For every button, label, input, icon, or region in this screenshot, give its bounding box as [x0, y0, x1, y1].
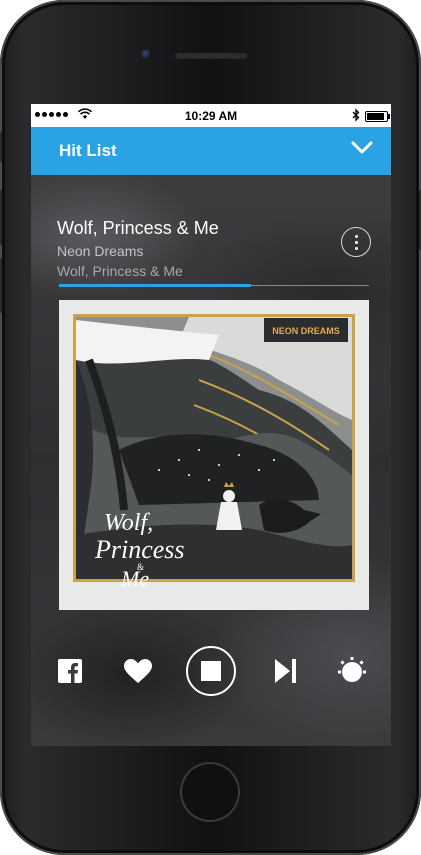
front-camera	[141, 49, 152, 60]
artist-name: Neon Dreams	[57, 243, 144, 259]
album-cover: NEON DREAMS Wolf, Princess & Me	[59, 300, 369, 610]
cover-title-line3: Me	[120, 566, 149, 591]
cover-title-line2: Princess	[94, 535, 185, 564]
volume-down-button	[0, 258, 2, 313]
stop-button[interactable]	[186, 646, 236, 696]
battery-icon	[365, 111, 390, 122]
progress-fill	[59, 284, 252, 287]
status-time: 10:29 AM	[184, 109, 238, 123]
stop-icon	[201, 661, 221, 681]
song-title: Wolf, Princess & Me	[57, 218, 219, 238]
album-cover-art: NEON DREAMS Wolf, Princess & Me	[59, 300, 369, 610]
now-playing-panel: Wolf, Princess & Me Neon Dreams Wolf, Pr…	[31, 175, 391, 746]
heart-icon	[124, 658, 152, 683]
chevron-down-icon[interactable]	[351, 141, 373, 155]
skip-next-button[interactable]	[274, 658, 298, 684]
playlist-header[interactable]: Hit List	[31, 127, 391, 175]
bluetooth-icon	[352, 108, 360, 122]
brightness-button[interactable]	[336, 656, 368, 686]
facebook-icon	[58, 659, 82, 683]
favorite-button[interactable]	[123, 658, 153, 684]
playback-controls	[31, 640, 391, 700]
facebook-share-button[interactable]	[57, 658, 83, 684]
home-button[interactable]	[180, 762, 240, 822]
album-name: Wolf, Princess & Me	[57, 263, 183, 279]
screen: 10:29 AM Hit List Wolf, Princess & Me Ne…	[31, 104, 391, 746]
brightness-icon	[338, 657, 366, 682]
mute-switch	[0, 132, 2, 162]
skip-next-icon	[275, 659, 296, 683]
earpiece-speaker	[174, 51, 248, 59]
volume-up-button	[0, 190, 2, 245]
playlist-title: Hit List	[59, 141, 117, 160]
band-logo: NEON DREAMS	[272, 326, 340, 336]
status-bar: 10:29 AM	[31, 104, 391, 127]
battery-fill	[367, 113, 384, 120]
more-options-button[interactable]	[341, 227, 371, 257]
phone-frame: 10:29 AM Hit List Wolf, Princess & Me Ne…	[0, 0, 421, 855]
cover-title-line1: Wolf,	[104, 510, 153, 536]
